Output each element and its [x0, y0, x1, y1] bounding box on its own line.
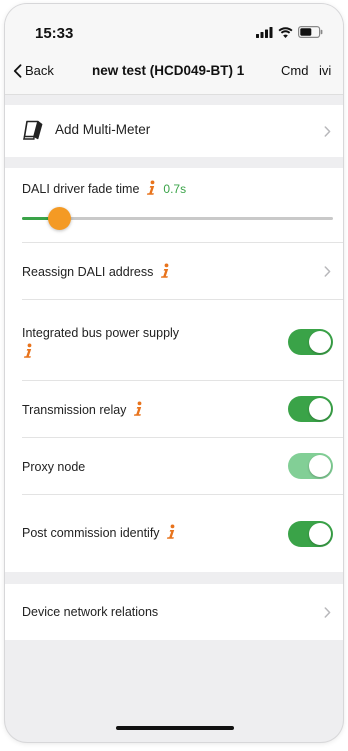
ivi-button[interactable]: ivi — [319, 63, 331, 78]
back-chevron-icon — [13, 63, 22, 78]
home-indicator — [116, 726, 234, 730]
add-multimeter-row[interactable]: Add Multi-Meter — [5, 105, 343, 157]
bus-power-row: Integrated bus power supply — [5, 300, 343, 380]
chevron-right-icon — [324, 126, 331, 137]
fade-time-value: 0.7s — [163, 182, 187, 196]
multimeter-section: Add Multi-Meter — [5, 105, 343, 157]
info-icon[interactable] — [160, 263, 170, 279]
chevron-right-icon — [324, 607, 331, 618]
transmission-relay-label: Transmission relay — [22, 403, 127, 417]
bus-power-toggle[interactable] — [288, 329, 333, 355]
wifi-icon — [278, 26, 293, 38]
back-label: Back — [25, 63, 54, 78]
back-button[interactable]: Back — [13, 63, 54, 78]
battery-icon — [298, 26, 323, 38]
multimeter-icon — [23, 120, 43, 140]
app-screen: 15:33 Back new test (HCD049-BT) 1 Cmd iv… — [5, 4, 343, 742]
status-bar: 15:33 — [5, 4, 343, 52]
post-identify-toggle[interactable] — [288, 521, 333, 547]
post-identify-row: Post commission identify — [5, 495, 343, 572]
info-icon[interactable] — [146, 180, 156, 196]
post-identify-label: Post commission identify — [22, 526, 160, 540]
proxy-node-toggle[interactable] — [288, 453, 333, 479]
navigation-bar: Back new test (HCD049-BT) 1 Cmd ivi — [5, 52, 343, 95]
toggle-knob — [309, 398, 331, 420]
info-icon[interactable] — [133, 401, 143, 417]
device-relations-row[interactable]: Device network relations — [5, 584, 343, 640]
settings-section: DALI driver fade time 0.7s Reassign DALI… — [5, 168, 343, 572]
device-relations-label: Device network relations — [22, 605, 159, 619]
add-multimeter-label: Add Multi-Meter — [55, 122, 151, 137]
bus-power-label: Integrated bus power supply — [22, 326, 180, 340]
reassign-dali-label-group: Reassign DALI address — [22, 263, 170, 279]
reassign-dali-row[interactable]: Reassign DALI address — [5, 243, 343, 299]
toggle-knob — [309, 331, 331, 353]
fade-time-slider[interactable] — [22, 207, 333, 230]
slider-thumb[interactable] — [48, 207, 72, 230]
info-icon[interactable] — [23, 343, 33, 359]
chevron-right-icon — [324, 266, 331, 277]
fade-time-label-group: DALI driver fade time 0.7s — [22, 180, 186, 196]
fade-time-label: DALI driver fade time — [22, 182, 140, 196]
proxy-node-label: Proxy node — [22, 460, 86, 474]
page-title: new test (HCD049-BT) 1 — [92, 63, 245, 78]
signal-icon — [256, 26, 273, 38]
transmission-relay-row: Transmission relay — [5, 381, 343, 437]
cmd-button[interactable]: Cmd — [281, 63, 308, 78]
fade-time-row: DALI driver fade time 0.7s — [5, 168, 343, 242]
system-icons — [256, 26, 323, 38]
status-time: 15:33 — [35, 25, 74, 42]
info-icon[interactable] — [166, 524, 176, 540]
proxy-node-row: Proxy node — [5, 438, 343, 494]
reassign-dali-label: Reassign DALI address — [22, 265, 154, 279]
toggle-knob — [309, 523, 331, 545]
transmission-relay-toggle[interactable] — [288, 396, 333, 422]
transmission-relay-label-group: Transmission relay — [22, 401, 143, 417]
toggle-knob — [309, 455, 331, 477]
post-identify-label-group: Post commission identify — [22, 524, 176, 540]
relations-section: Device network relations — [5, 584, 343, 640]
